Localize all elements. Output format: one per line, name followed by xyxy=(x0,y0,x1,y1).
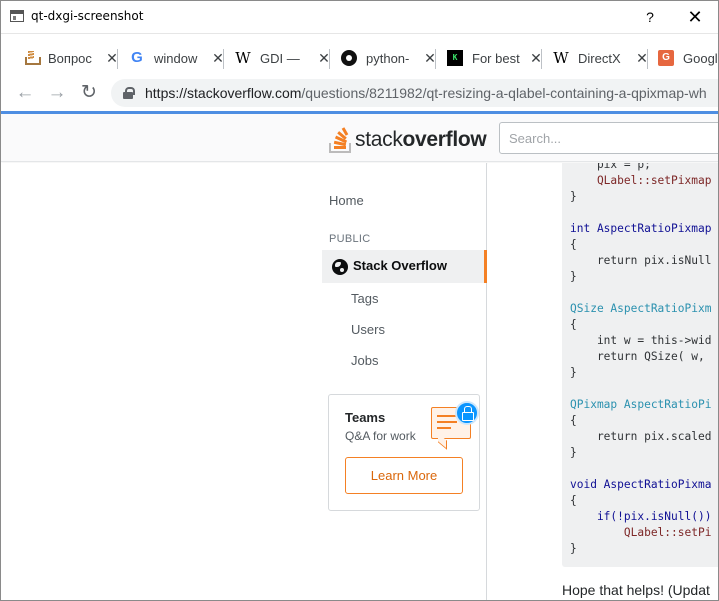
code-line: } xyxy=(570,270,577,283)
tab-title: python- xyxy=(366,50,410,66)
code-line: return pix.scaled xyxy=(570,430,712,443)
tab-separator xyxy=(541,49,542,69)
code-line: { xyxy=(570,318,577,331)
url-text[interactable]: https://stackoverflow.com/questions/8211… xyxy=(145,85,707,101)
google-favicon-icon: G xyxy=(131,49,143,66)
nav-users[interactable]: Users xyxy=(351,322,385,337)
window-title: qt-dxgi-screenshot xyxy=(31,9,144,23)
tab-4[interactable]: python- ✕ xyxy=(341,44,436,72)
teams-chat-lock-icon xyxy=(431,401,479,447)
wikipedia-favicon-icon: W xyxy=(553,49,569,67)
nav-tags[interactable]: Tags xyxy=(351,291,378,306)
tab-title: window xyxy=(154,50,198,66)
address-bar[interactable]: https://stackoverflow.com/questions/8211… xyxy=(111,79,718,107)
tab-separator xyxy=(435,49,436,69)
nav-jobs[interactable]: Jobs xyxy=(351,353,378,368)
code-line: } xyxy=(570,190,577,203)
url-host: https://stackoverflow.com xyxy=(145,85,302,101)
tab-title: Вопрос xyxy=(48,50,92,66)
lock-icon[interactable] xyxy=(123,87,135,99)
title-bar: qt-dxgi-screenshot ? ✕ xyxy=(1,1,718,33)
globe-icon xyxy=(332,259,348,275)
code-line: return pix.isNull xyxy=(570,254,712,267)
left-sidebar: Home PUBLIC Stack Overflow Tags Users Jo… xyxy=(1,163,487,600)
help-button[interactable]: ? xyxy=(638,5,662,29)
tab-separator xyxy=(647,49,648,69)
tab-title: GDI — xyxy=(260,50,300,66)
browser-toolbar: ← → ↻ https://stackoverflow.com/question… xyxy=(1,75,718,111)
nav-stack-overflow-label: Stack Overflow xyxy=(353,258,447,273)
nav-home[interactable]: Home xyxy=(329,193,364,208)
code-line: int AspectRatioPixmap xyxy=(570,222,712,235)
logo-plain: stack xyxy=(355,128,403,151)
teams-title: Teams xyxy=(345,410,386,425)
code-line: int w = this->wid xyxy=(570,334,712,347)
browser-window: qt-dxgi-screenshot ? ✕ Вопрос ✕ G window… xyxy=(0,0,719,601)
code-line: void AspectRatioPixma xyxy=(570,478,712,491)
tab-2[interactable]: G window ✕ xyxy=(129,44,224,72)
code-line: return QSize( w, xyxy=(570,350,712,363)
nav-section-public: PUBLIC xyxy=(329,233,371,245)
tab-strip: Вопрос ✕ G window ✕ W GDI — ✕ python- ✕ … xyxy=(1,33,718,75)
back-arrow-icon[interactable]: ← xyxy=(13,81,37,105)
code-line: pix = p; xyxy=(570,163,651,171)
logo-bold: overflow xyxy=(402,128,487,151)
code-block[interactable]: pix = p; QLabel::setPixmap } int AspectR… xyxy=(562,163,718,567)
stackoverflow-favicon-icon xyxy=(23,50,41,66)
search-input[interactable]: Search... xyxy=(499,122,718,154)
code-line: QPixmap AspectRatioPi xyxy=(570,398,712,411)
wikipedia-favicon-icon: W xyxy=(235,49,251,67)
site-header: stackoverflow Search... xyxy=(1,114,718,162)
app-window-icon xyxy=(10,10,24,22)
tab-3[interactable]: W GDI — ✕ xyxy=(235,44,330,72)
code-line: { xyxy=(570,238,577,251)
reload-icon[interactable]: ↻ xyxy=(77,81,101,105)
code-line: { xyxy=(570,414,577,427)
code-line: QLabel::setPi xyxy=(570,526,712,539)
tab-title: For best xyxy=(472,50,520,66)
nav-stack-overflow[interactable]: Stack Overflow xyxy=(322,250,487,283)
google-translate-favicon-icon: G xyxy=(658,50,674,66)
search-placeholder: Search... xyxy=(509,131,562,146)
stackoverflow-logo[interactable]: stackoverflow xyxy=(329,123,487,153)
tab-title: DirectX xyxy=(578,50,621,66)
tab-6[interactable]: W DirectX ✕ xyxy=(553,44,648,72)
tab-separator xyxy=(117,49,118,69)
tab-separator xyxy=(329,49,330,69)
stackoverflow-logo-icon xyxy=(329,125,351,153)
code-line: QLabel::setPixmap xyxy=(570,174,712,187)
code-line: { xyxy=(570,494,577,507)
code-line: } xyxy=(570,542,577,555)
url-path: /questions/8211982/qt-resizing-a-qlabel-… xyxy=(301,85,707,101)
github-favicon-icon xyxy=(341,50,357,66)
teams-card: Teams Q&A for work Learn More xyxy=(328,394,480,511)
tab-title: Google xyxy=(683,50,718,66)
tab-5[interactable]: K For best ✕ xyxy=(447,44,542,72)
code-line: if(!pix.isNull()) xyxy=(570,510,712,523)
main-content: pix = p; QLabel::setPixmap } int AspectR… xyxy=(488,163,718,600)
code-line: } xyxy=(570,446,577,459)
tab-separator xyxy=(223,49,224,69)
forward-arrow-icon[interactable]: → xyxy=(45,81,69,105)
code-line: QSize AspectRatioPixm xyxy=(570,302,712,315)
tab-1[interactable]: Вопрос ✕ xyxy=(23,44,118,72)
answer-text: Hope that helps! (Updat xyxy=(562,582,710,598)
close-window-button[interactable]: ✕ xyxy=(680,5,710,29)
logo-wordmark: stackoverflow xyxy=(355,127,487,153)
tab-7[interactable]: G Google xyxy=(658,44,718,72)
khronos-favicon-icon: K xyxy=(447,50,463,66)
teams-subtitle: Q&A for work xyxy=(345,429,416,443)
learn-more-button[interactable]: Learn More xyxy=(345,457,463,494)
code-line: } xyxy=(570,366,577,379)
